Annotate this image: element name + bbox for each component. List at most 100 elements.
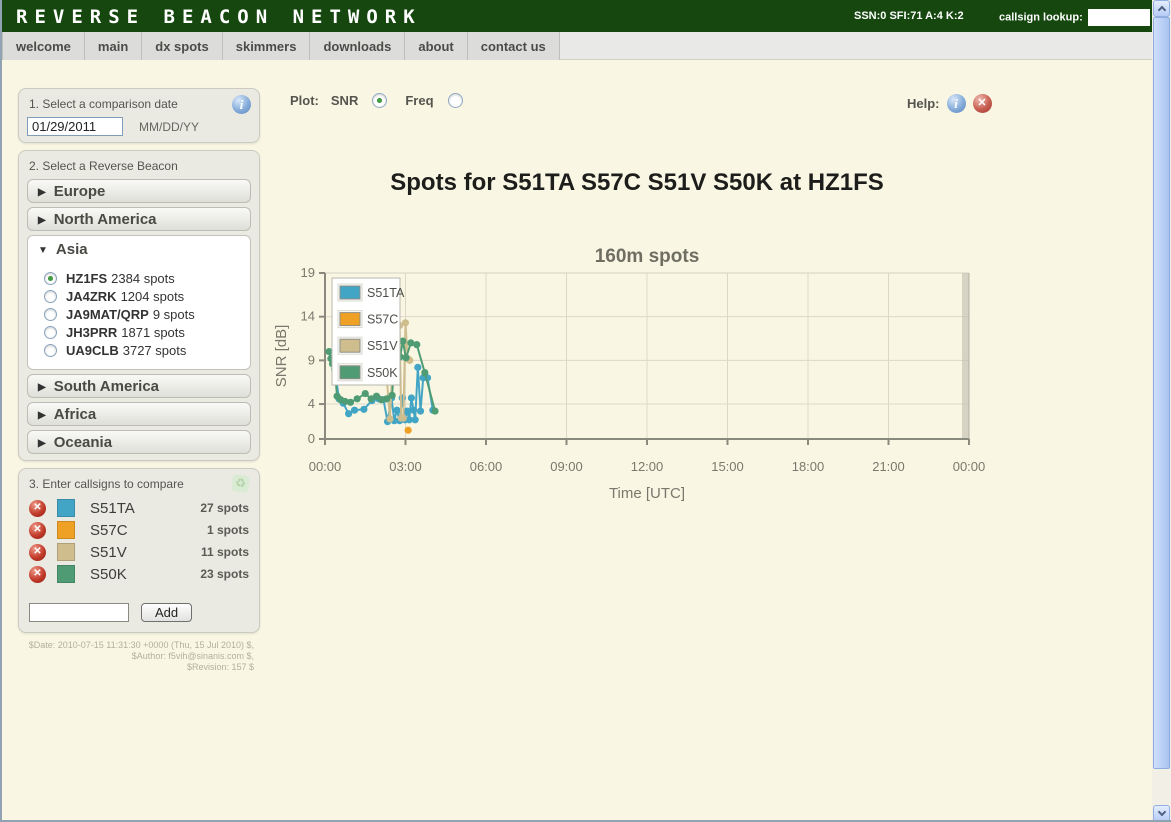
delete-callsign-button[interactable]: ✕ xyxy=(29,522,46,539)
help-controls: Help: i ✕ xyxy=(907,94,992,113)
svg-text:18:00: 18:00 xyxy=(792,459,825,474)
color-swatch xyxy=(57,521,75,539)
svn-footer-line: $Author: f5vih@sinanis.com $, xyxy=(18,651,254,662)
callsign-spot-count: 23 spots xyxy=(200,567,249,581)
color-swatch xyxy=(57,499,75,517)
callsign-spot-count: 11 spots xyxy=(201,545,249,559)
help-label: Help: xyxy=(907,96,940,111)
continent-label: North America xyxy=(54,211,157,228)
beacon-panel-title: 2. Select a Reverse Beacon xyxy=(29,159,249,173)
nav-tab-about[interactable]: about xyxy=(405,32,467,60)
nav-tab-contact-us[interactable]: contact us xyxy=(468,32,560,60)
beacon-radio[interactable] xyxy=(44,290,57,303)
continent-header-South-America[interactable]: ▶South America xyxy=(27,374,251,398)
beacon-spot-count: 3727 spots xyxy=(123,343,187,358)
callsign-row-S50K: ✕ S50K 23 spots xyxy=(29,563,249,585)
svn-footer-line: $Date: 2010-07-15 11:31:30 +0000 (Thu, 1… xyxy=(18,640,254,651)
continent-header-North-America[interactable]: ▶ North America xyxy=(27,207,251,231)
plot-option-snr-label: SNR xyxy=(331,93,358,108)
compare-panel-title: 3. Enter callsigns to compare xyxy=(29,477,249,491)
nav-tab-downloads[interactable]: downloads xyxy=(310,32,405,60)
continent-header-Africa[interactable]: ▶ Africa xyxy=(27,402,251,426)
plot-option-snr-radio[interactable] xyxy=(372,93,387,108)
svg-text:21:00: 21:00 xyxy=(872,459,905,474)
svg-text:19: 19 xyxy=(301,265,315,280)
delete-callsign-button[interactable]: ✕ xyxy=(29,544,46,561)
sidebar: 1. Select a comparison date i MM/DD/YY 2… xyxy=(18,88,260,673)
color-swatch xyxy=(57,543,75,561)
scroll-down-button[interactable] xyxy=(1153,805,1170,822)
beacon-option-JH3PRR[interactable]: JH3PRR1871 spots xyxy=(44,323,242,341)
continent-section-Asia: ▼AsiaHZ1FS2384 spotsJA4ZRK1204 spotsJA9M… xyxy=(27,235,251,370)
beacon-option-JA4ZRK[interactable]: JA4ZRK1204 spots xyxy=(44,287,242,305)
plot-option-freq-label: Freq xyxy=(405,93,433,108)
beacon-callsign: JA9MAT/QRP xyxy=(66,307,149,322)
comparison-date-input[interactable] xyxy=(27,117,123,136)
svg-text:4: 4 xyxy=(308,396,315,411)
svg-text:12:00: 12:00 xyxy=(631,459,664,474)
snr-chart: 160m spots049141900:0003:0006:0009:0012:… xyxy=(270,238,990,515)
beacon-radio[interactable] xyxy=(44,272,57,285)
recycle-icon[interactable]: ♻ xyxy=(231,474,250,493)
beacon-spot-count: 1871 spots xyxy=(121,325,185,340)
date-panel-title: 1. Select a comparison date xyxy=(29,97,249,111)
continent-label: Africa xyxy=(54,406,97,423)
continent-header-Asia[interactable]: ▼Asia xyxy=(36,241,242,258)
help-info-icon[interactable]: i xyxy=(947,94,966,113)
svn-footer-line: $Revision: 157 $ xyxy=(18,662,254,673)
chevron-right-icon: ▶ xyxy=(38,410,46,421)
svg-text:S51TA: S51TA xyxy=(367,286,405,300)
nav-tab-skimmers[interactable]: skimmers xyxy=(223,32,311,60)
callsign-row-S51TA: ✕S51TA27 spots xyxy=(29,497,249,519)
site-logo: REVERSE BEACON NETWORK xyxy=(16,6,422,28)
beacon-callsign: HZ1FS xyxy=(66,271,107,286)
svg-text:S57C: S57C xyxy=(367,313,398,327)
info-icon[interactable]: i xyxy=(232,95,251,114)
plot-mode-controls: Plot: SNR Freq xyxy=(290,93,481,108)
rbn-page: REVERSE BEACON NETWORK SSN:0 SFI:71 A:4 … xyxy=(0,0,1171,822)
svn-footer: $Date: 2010-07-15 11:31:30 +0000 (Thu, 1… xyxy=(18,640,260,673)
chevron-right-icon: ▶ xyxy=(38,215,46,226)
callsign-label: S51TA xyxy=(90,500,135,517)
continent-header-Europe[interactable]: ▶Europe xyxy=(27,179,251,203)
help-close-icon[interactable]: ✕ xyxy=(973,94,992,113)
main-nav: welcomemaindx spotsskimmersdownloadsabou… xyxy=(2,32,1152,60)
beacon-option-HZ1FS[interactable]: HZ1FS 2384 spots xyxy=(44,269,242,287)
delete-callsign-button[interactable]: ✕ xyxy=(29,500,46,517)
scrollbar-thumb[interactable] xyxy=(1153,17,1170,769)
beacon-option-UA9CLB[interactable]: UA9CLB3727 spots xyxy=(44,341,242,359)
date-panel: 1. Select a comparison date i MM/DD/YY xyxy=(18,88,260,143)
svg-text:09:00: 09:00 xyxy=(550,459,583,474)
beacon-spot-count: 2384 spots xyxy=(111,271,175,286)
beacon-radio[interactable] xyxy=(44,308,57,321)
add-callsign-input[interactable] xyxy=(29,603,129,622)
beacon-panel: 2. Select a Reverse Beacon ▶Europe▶North… xyxy=(18,150,260,461)
compare-panel: 3. Enter callsigns to compare ♻ ✕S51TA27… xyxy=(18,468,260,633)
svg-text:06:00: 06:00 xyxy=(470,459,503,474)
callsign-label: S50K xyxy=(90,566,127,583)
svg-text:03:00: 03:00 xyxy=(389,459,422,474)
beacon-option-JA9MAT-QRP[interactable]: JA9MAT/QRP9 spots xyxy=(44,305,242,323)
beacon-radio[interactable] xyxy=(44,326,57,339)
chevron-up-icon xyxy=(1158,6,1166,14)
continent-header-Oceania[interactable]: ▶Oceania xyxy=(27,430,251,454)
chevron-down-icon: ▼ xyxy=(38,245,48,256)
nav-tab-welcome[interactable]: welcome xyxy=(2,32,85,60)
site-header: REVERSE BEACON NETWORK SSN:0 SFI:71 A:4 … xyxy=(2,0,1152,32)
svg-text:S51V: S51V xyxy=(367,339,398,353)
add-callsign-button[interactable]: Add xyxy=(141,603,192,622)
callsign-spot-count: 1 spots xyxy=(207,523,249,537)
plot-option-freq-radio[interactable] xyxy=(448,93,463,108)
continent-label: South America xyxy=(54,378,159,395)
nav-tab-main[interactable]: main xyxy=(85,32,142,60)
delete-callsign-button[interactable]: ✕ xyxy=(29,566,46,583)
plot-label: Plot: xyxy=(290,93,319,108)
snr-chart-svg: 160m spots049141900:0003:0006:0009:0012:… xyxy=(270,238,990,510)
callsign-lookup-input[interactable] xyxy=(1088,9,1150,26)
nav-tab-dx-spots[interactable]: dx spots xyxy=(142,32,222,60)
vertical-scrollbar[interactable] xyxy=(1152,0,1171,822)
chevron-down-icon xyxy=(1158,808,1166,816)
chevron-right-icon: ▶ xyxy=(38,187,46,198)
scroll-up-button[interactable] xyxy=(1153,0,1170,17)
beacon-radio[interactable] xyxy=(44,344,57,357)
